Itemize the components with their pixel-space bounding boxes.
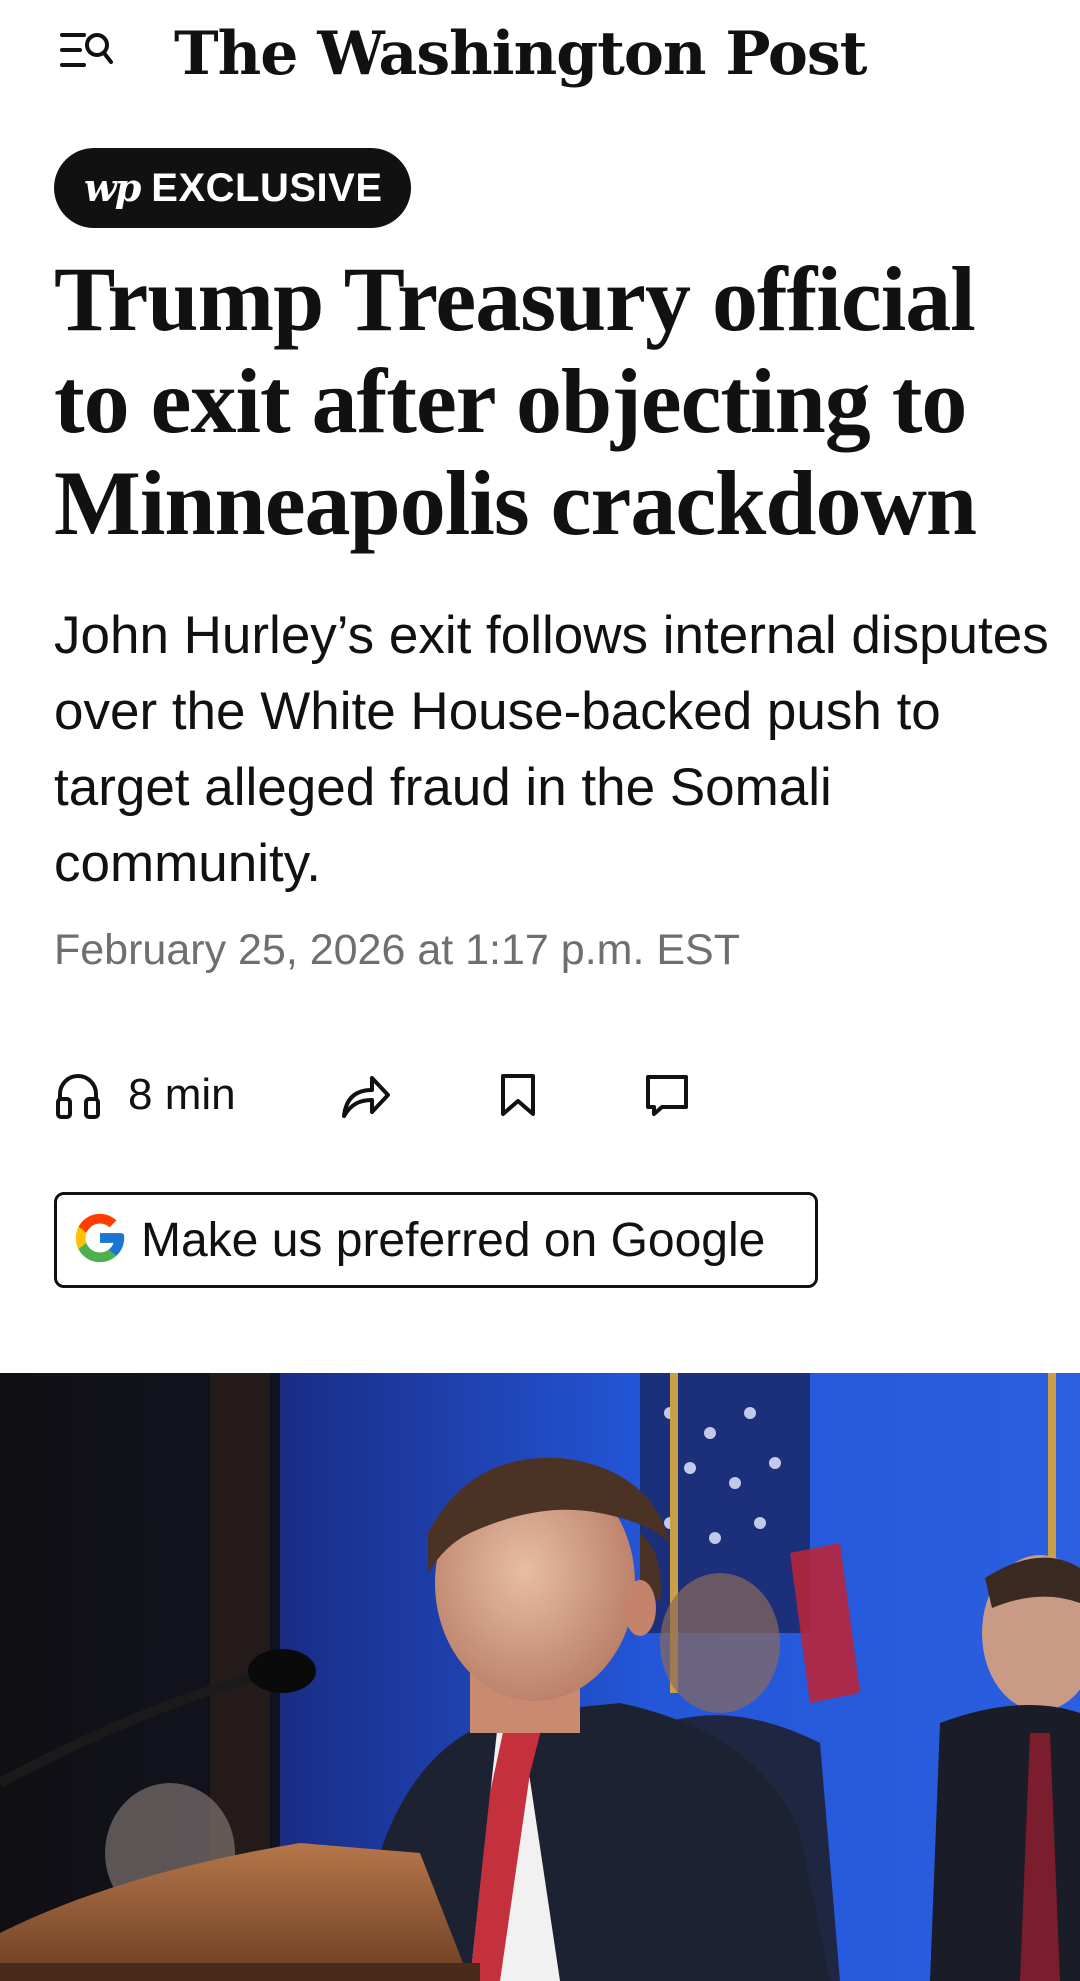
masthead-logo[interactable]: The Washington Post — [174, 8, 867, 100]
article-actions: 8 min — [54, 1064, 774, 1126]
google-g-icon — [71, 1209, 129, 1272]
hero-photo[interactable] — [0, 1373, 1080, 1981]
listen-duration: 8 min — [128, 1070, 236, 1119]
google-preferred-button[interactable]: Make us preferred on Google — [54, 1192, 818, 1288]
google-preferred-label: Make us preferred on Google — [141, 1213, 766, 1267]
listen-button[interactable]: 8 min — [54, 1064, 236, 1126]
badge-label: EXCLUSIVE — [151, 165, 383, 210]
menu-search-icon[interactable] — [58, 26, 116, 74]
article-dek: John Hurley’s exit follows internal disp… — [54, 606, 1049, 893]
share-button[interactable] — [340, 1064, 392, 1126]
headphones-icon — [54, 1070, 102, 1120]
article-headline: Trump Treasury official to exit after ob… — [54, 248, 977, 554]
share-icon — [340, 1070, 392, 1120]
save-button[interactable] — [498, 1064, 538, 1126]
comment-icon — [644, 1072, 690, 1118]
wp-logo: wp — [84, 165, 141, 210]
site-header: The Washington Post — [0, 0, 1080, 110]
article-timestamp: February 25, 2026 at 1:17 p.m. EST — [54, 926, 740, 974]
exclusive-badge: wp EXCLUSIVE — [54, 148, 411, 228]
bookmark-icon — [498, 1072, 538, 1118]
comment-button[interactable] — [644, 1064, 690, 1126]
